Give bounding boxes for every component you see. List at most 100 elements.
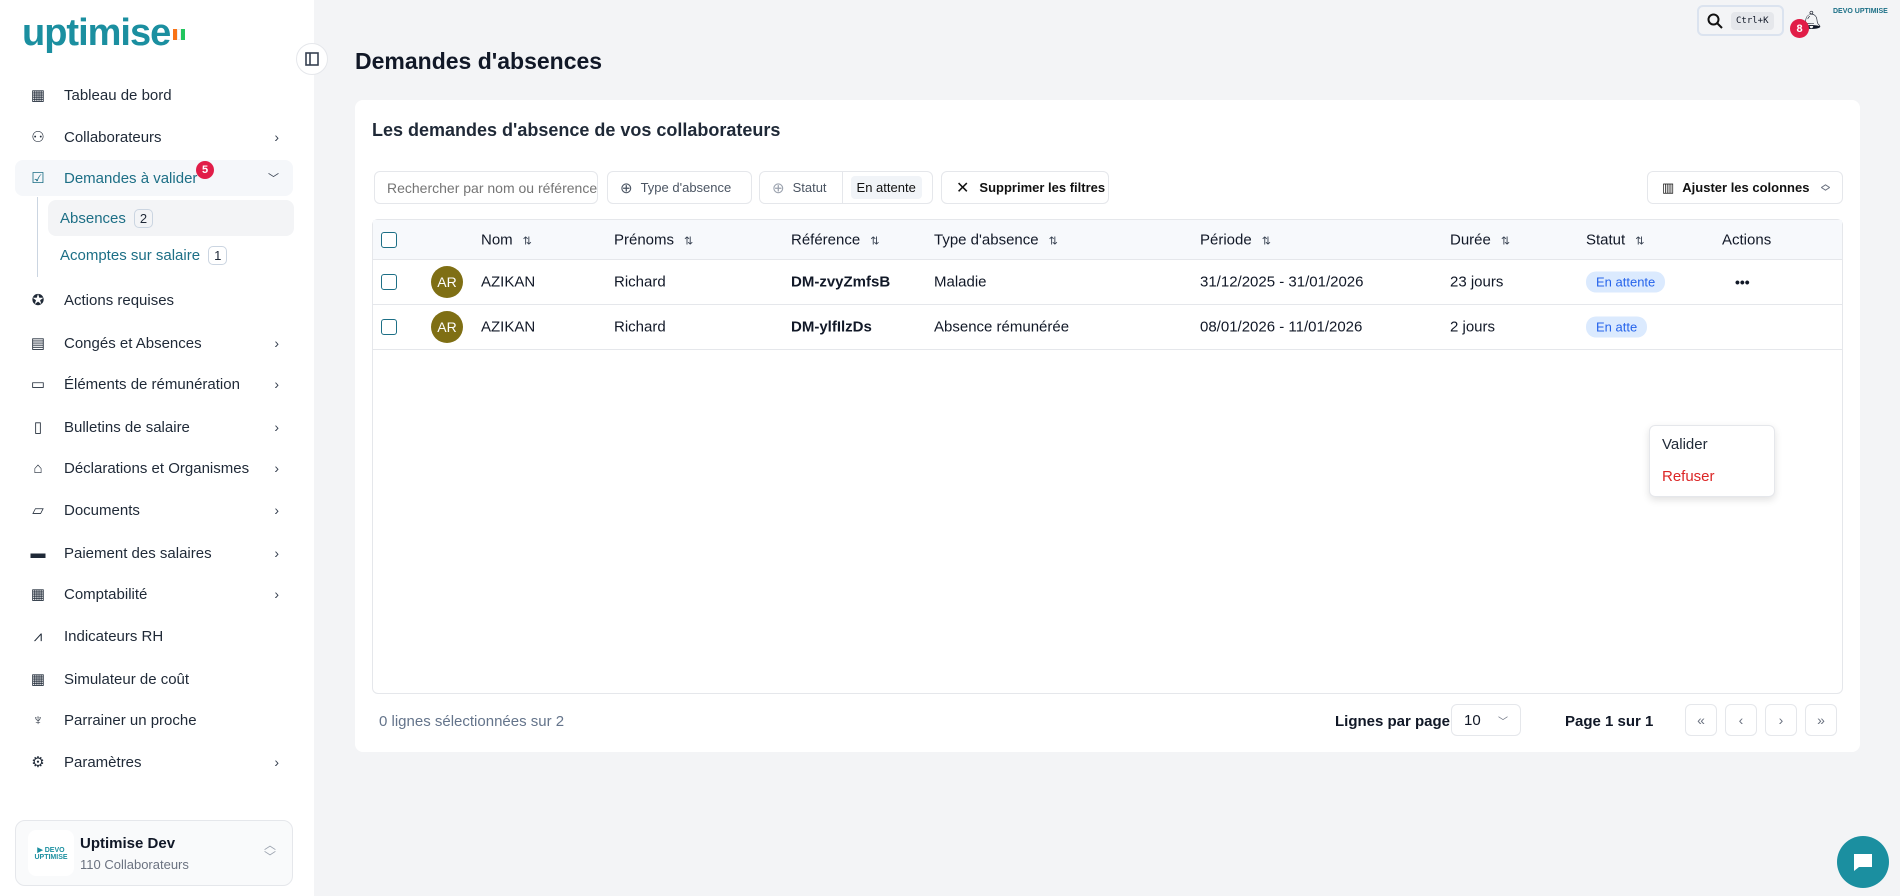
award-icon: ♆ bbox=[32, 711, 44, 729]
status-badge: En atte bbox=[1586, 316, 1648, 338]
avatar: AR bbox=[431, 266, 463, 298]
subitem-label: Acomptes sur salaire bbox=[60, 246, 201, 264]
header-type[interactable]: Type d'absence ⇅ bbox=[934, 231, 1058, 248]
close-icon: ✕ bbox=[956, 179, 970, 197]
sidebar-item-tableau-de-bord[interactable]: ▦ Tableau de bord bbox=[15, 77, 293, 113]
clear-filters-button[interactable]: ✕ Supprimer les filtres bbox=[941, 171, 1109, 204]
page-info: Page 1 sur 1 bbox=[1565, 713, 1654, 730]
header-nom[interactable]: Nom ⇅ bbox=[481, 231, 532, 248]
chart-icon: ⩘ bbox=[33, 627, 43, 645]
chevron-right-icon: › bbox=[274, 586, 279, 602]
page-title: Demandes d'absences bbox=[355, 48, 603, 74]
org-logo: ▶ DEVO UPTIMISE bbox=[28, 830, 74, 876]
sidebar-item-bulletins-de-salaire[interactable]: ▯ Bulletins de salaire › bbox=[15, 409, 293, 445]
card-icon: ▬ bbox=[30, 544, 46, 562]
select-all-checkbox[interactable] bbox=[381, 231, 397, 248]
header-prenoms[interactable]: Prénoms ⇅ bbox=[614, 231, 693, 248]
chevron-right-icon: › bbox=[274, 502, 279, 518]
header-statut[interactable]: Statut ⇅ bbox=[1586, 231, 1644, 248]
sidebar-item-demandes-a-valider[interactable]: ☑ Demandes à valider 5 ﹀ bbox=[15, 160, 293, 196]
row-checkbox[interactable] bbox=[381, 274, 397, 290]
sidebar-subitem-absences[interactable]: Absences 2 bbox=[48, 200, 294, 236]
sidebar-item-label: Indicateurs RH bbox=[64, 627, 164, 645]
cell-reference: DM-ylfIlzDs bbox=[791, 318, 872, 336]
cell-prenoms: Richard bbox=[614, 318, 666, 336]
grid-icon: ▦ bbox=[30, 87, 46, 104]
sidebar-item-label: Demandes à valider bbox=[64, 169, 198, 187]
brand-logo[interactable]: uptimise bbox=[22, 12, 186, 55]
more-actions-button[interactable]: ••• bbox=[1735, 274, 1750, 290]
type-filter-button[interactable]: ⊕ Type d'absence bbox=[607, 171, 752, 204]
next-page-button[interactable]: › bbox=[1765, 704, 1797, 736]
sidebar-item-indicateurs-rh[interactable]: ⩘ Indicateurs RH bbox=[15, 618, 293, 654]
row-checkbox[interactable] bbox=[381, 319, 397, 335]
sidebar-item-label: Collaborateurs bbox=[64, 128, 162, 146]
calculator-icon: ▦ bbox=[30, 671, 46, 688]
chevron-down-icon: ﹀ bbox=[268, 173, 279, 185]
first-page-button[interactable]: « bbox=[1685, 704, 1717, 736]
submenu-line bbox=[37, 197, 38, 277]
button-label: Supprimer les filtres bbox=[979, 180, 1106, 195]
org-subtitle: 110 Collaborateurs bbox=[80, 857, 189, 872]
users-icon: ⚇ bbox=[31, 129, 45, 146]
header-duree[interactable]: Durée ⇅ bbox=[1450, 231, 1510, 248]
chat-button[interactable] bbox=[1837, 836, 1889, 888]
cell-duree: 23 jours bbox=[1450, 273, 1504, 291]
global-search-button[interactable]: Ctrl+K bbox=[1697, 5, 1784, 36]
sidebar-item-label: Congés et Absences bbox=[64, 334, 202, 352]
sidebar-subitem-acomptes[interactable]: Acomptes sur salaire 1 bbox=[48, 237, 294, 273]
prev-page-button[interactable]: ‹ bbox=[1725, 704, 1757, 736]
count-badge: 1 bbox=[208, 245, 228, 265]
sidebar-item-label: Paiement des salaires bbox=[64, 544, 212, 562]
building-icon: ⌂ bbox=[33, 459, 43, 477]
cell-type: Absence rémunérée bbox=[934, 318, 1070, 336]
requests-card: Les demandes d'absence de vos collaborat… bbox=[355, 100, 1860, 752]
header-periode[interactable]: Période ⇅ bbox=[1200, 231, 1271, 248]
chevrons-updown-icon: ︿ ﹀ bbox=[263, 838, 276, 864]
sidebar-toggle-button[interactable] bbox=[296, 43, 328, 75]
sort-icon: ⇅ bbox=[870, 235, 880, 247]
sidebar-item-declarations-et-organismes[interactable]: ⌂ Déclarations et Organismes › bbox=[15, 450, 293, 486]
sidebar-item-conges-et-absences[interactable]: ▤ Congés et Absences › bbox=[15, 325, 293, 361]
cell-periode: 31/12/2025 - 31/01/2026 bbox=[1200, 273, 1364, 291]
menu-item-refuser[interactable]: Refuser bbox=[1662, 468, 1715, 485]
cell-nom: AZIKAN bbox=[481, 273, 536, 291]
subitem-label: Absences bbox=[60, 209, 126, 227]
avatar: AR bbox=[431, 311, 463, 343]
search-icon bbox=[1707, 13, 1723, 29]
chevron-right-icon: › bbox=[274, 376, 279, 392]
status-filter-button[interactable]: ⊕ Statut En attente bbox=[759, 171, 933, 204]
header-reference[interactable]: Référence ⇅ bbox=[791, 231, 879, 248]
gear-icon: ⚙ bbox=[31, 754, 45, 771]
last-page-button[interactable]: » bbox=[1805, 704, 1837, 736]
sort-icon: ⇅ bbox=[522, 235, 532, 247]
sidebar-item-parametres[interactable]: ⚙ Paramètres › bbox=[15, 744, 293, 780]
header-actions: Actions bbox=[1722, 231, 1772, 248]
sidebar-item-parrainer-un-proche[interactable]: ♆ Parrainer un proche bbox=[15, 702, 293, 738]
filter-label: Type d'absence bbox=[640, 180, 732, 195]
search-input[interactable] bbox=[374, 171, 598, 204]
status-badge: En attente bbox=[1586, 271, 1666, 293]
org-logo-top[interactable]: DEVO UPTIMISE bbox=[1833, 7, 1888, 16]
sidebar-item-actions-requises[interactable]: ✪ Actions requises bbox=[15, 282, 293, 318]
sidebar-item-label: Paramètres bbox=[64, 753, 142, 771]
payslip-icon: ▯ bbox=[33, 419, 43, 436]
sidebar-item-simulateur-de-cout[interactable]: ▦ Simulateur de coût bbox=[15, 661, 293, 697]
sidebar-item-comptabilite[interactable]: ▦ Comptabilité › bbox=[15, 576, 293, 612]
table-row: AR AZIKAN Richard DM-zvyZmfsB Maladie 31… bbox=[373, 260, 1842, 305]
calculator-icon: ▦ bbox=[30, 586, 46, 603]
table-header: Nom ⇅ Prénoms ⇅ Référence ⇅ Type d'absence ⇅… bbox=[373, 220, 1842, 260]
chevron-down-icon: ﹀ bbox=[1498, 716, 1508, 728]
sidebar-item-paiement-des-salaires[interactable]: ▬ Paiement des salaires › bbox=[15, 535, 293, 571]
sidebar-item-collaborateurs[interactable]: ⚇ Collaborateurs › bbox=[15, 119, 293, 155]
row-action-menu: Valider Refuser bbox=[1649, 425, 1775, 497]
adjust-columns-button[interactable]: ▥ Ajuster les colonnes ︿ ﹀ bbox=[1647, 171, 1843, 204]
org-switcher[interactable]: ▶ DEVO UPTIMISE Uptimise Dev 110 Collabor… bbox=[15, 820, 293, 886]
sidebar-item-documents[interactable]: ▱ Documents › bbox=[15, 492, 293, 528]
rows-per-page-select[interactable]: 10 ﹀ bbox=[1451, 704, 1521, 736]
sort-icon: ⇅ bbox=[1635, 235, 1645, 247]
menu-item-valider[interactable]: Valider bbox=[1662, 436, 1708, 453]
sidebar-item-label: Éléments de rémunération bbox=[64, 375, 240, 393]
chevron-right-icon: › bbox=[274, 335, 279, 351]
sidebar-item-elements-de-remuneration[interactable]: ▭ Éléments de rémunération › bbox=[15, 366, 293, 402]
